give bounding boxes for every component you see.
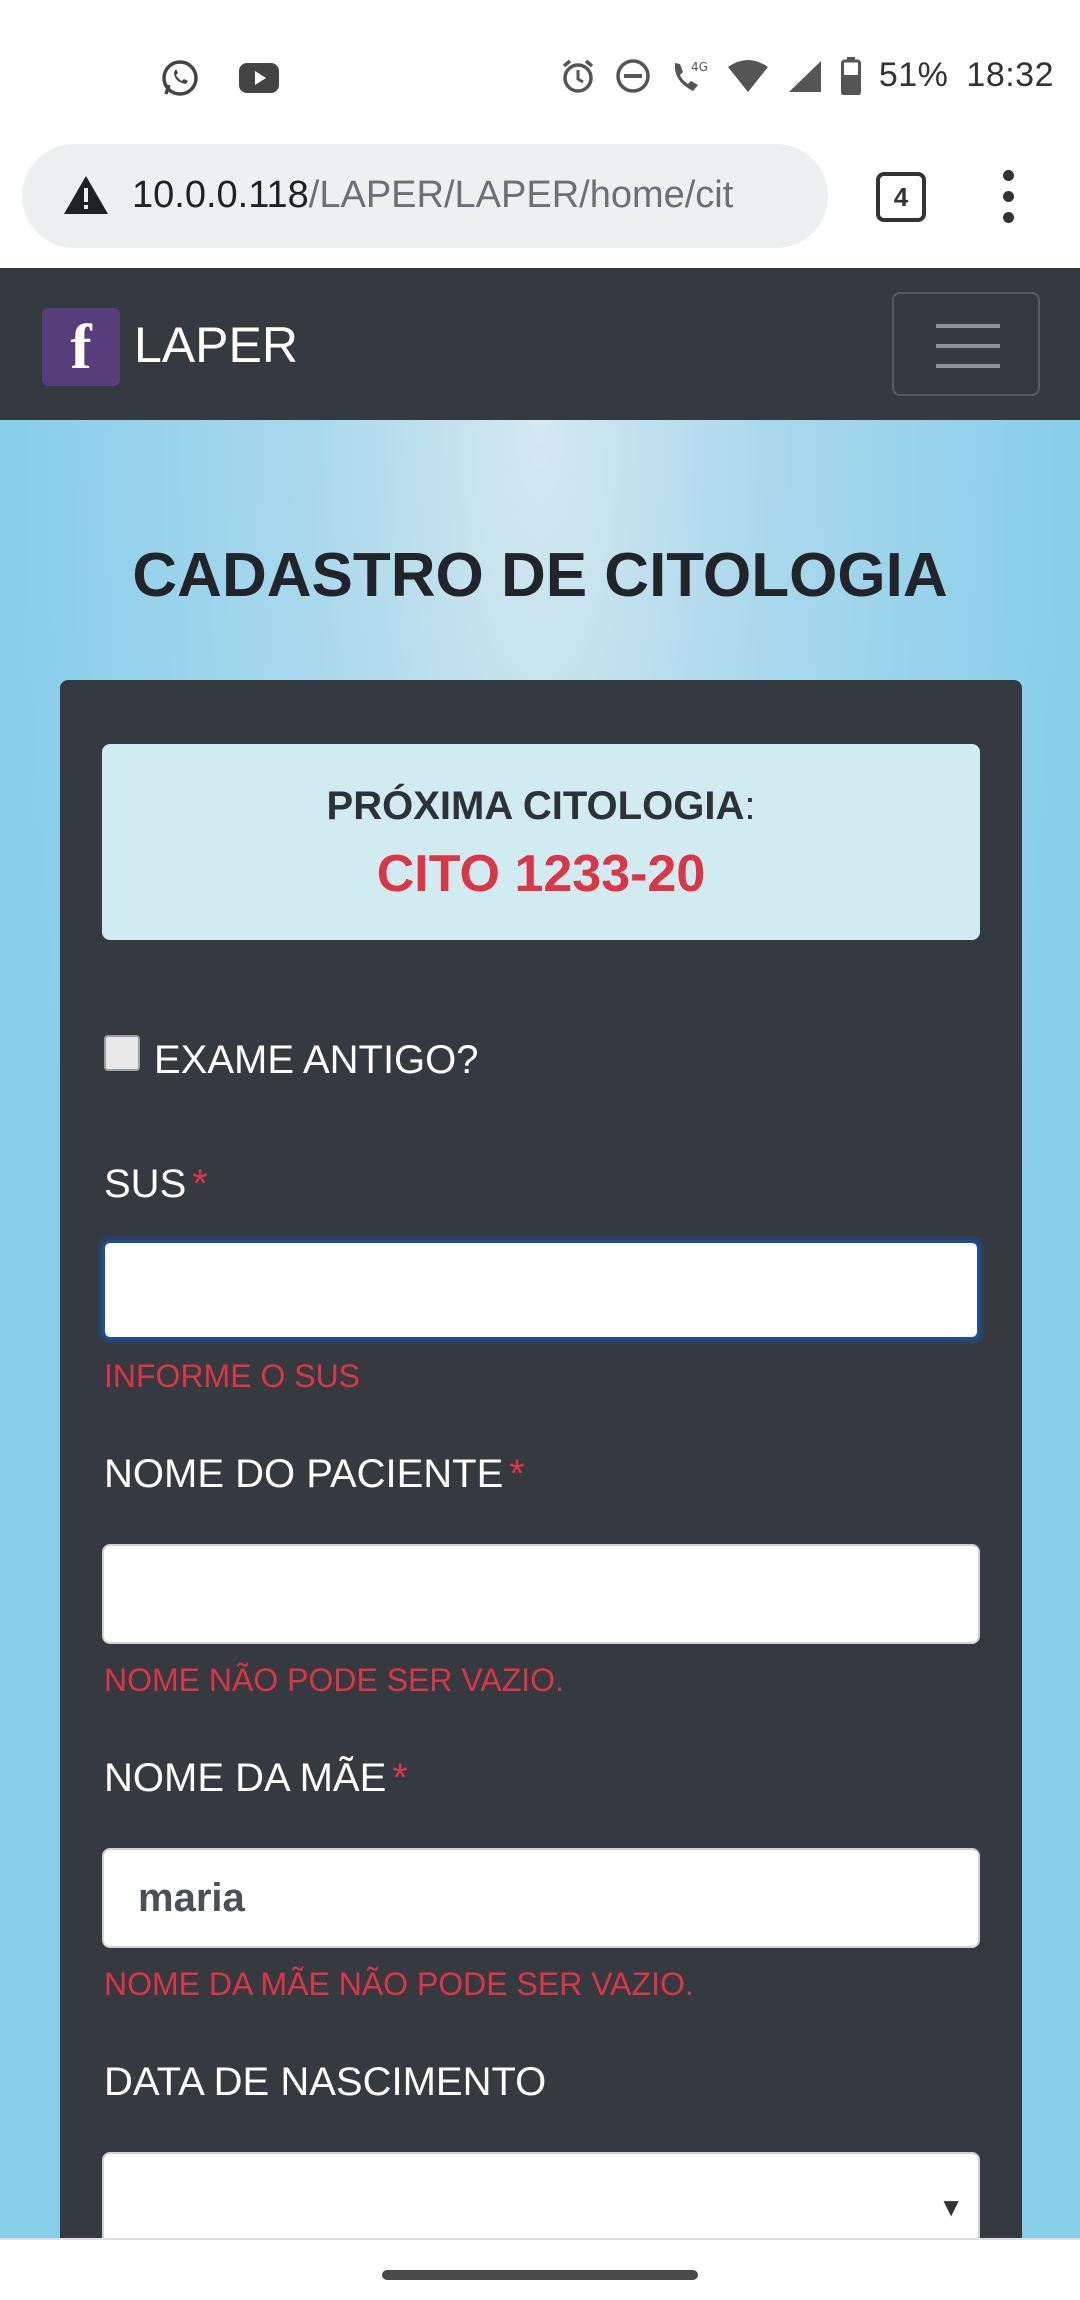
required-marker: * — [192, 1162, 208, 1206]
page-title: CADASTRO DE CITOLOGIA — [132, 541, 948, 610]
wifi-icon — [727, 59, 769, 93]
url-path: /LAPER/LAPER/home/cit — [308, 174, 734, 216]
birth-date-select[interactable]: ▼ — [102, 2152, 980, 2252]
dropdown-arrow-icon: ▼ — [938, 2192, 964, 2222]
volte-call-icon: 4G — [669, 57, 709, 95]
next-exam-label: PRÓXIMA CITOLOGIA — [326, 784, 745, 828]
old-exam-row: EXAME ANTIGO? — [104, 1030, 479, 1082]
mother-name-error: NOME DA MÃE NÃO PODE SER VAZIO. — [104, 1966, 694, 2002]
signal-icon — [787, 59, 823, 93]
mother-name-input[interactable]: maria — [102, 1848, 980, 1948]
hamburger-icon — [936, 324, 1000, 328]
alarm-icon — [559, 57, 597, 95]
url-host: 10.0.0.118 — [132, 174, 309, 216]
brand-logo[interactable]: f — [42, 308, 120, 386]
birth-date-label: DATA DE NASCIMENTO — [104, 2060, 547, 2104]
patient-name-label: NOME DO PACIENTE * — [104, 1452, 525, 1496]
required-marker: * — [392, 1756, 408, 1800]
required-marker: * — [509, 1452, 525, 1496]
old-exam-label[interactable]: EXAME ANTIGO? — [154, 1038, 479, 1083]
next-exam-alert: PRÓXIMA CITOLOGIA: CITO 1233-20 — [102, 744, 980, 940]
brand-name[interactable]: LAPER — [134, 316, 298, 374]
system-navigation-bar — [0, 2238, 1080, 2300]
browser-toolbar: 10.0.0.118/LAPER/LAPER/home/cit 4 — [0, 140, 1080, 268]
clock: 18:32 — [966, 56, 1054, 94]
sus-error: INFORME O SUS — [104, 1358, 361, 1394]
sus-label: SUS * — [104, 1162, 208, 1206]
svg-text:4G: 4G — [691, 60, 708, 74]
next-exam-value: CITO 1233-20 — [376, 845, 706, 903]
sus-input[interactable] — [102, 1240, 980, 1340]
patient-name-error: NOME NÃO PODE SER VAZIO. — [104, 1662, 564, 1698]
battery-icon — [840, 56, 861, 95]
home-gesture-handle[interactable] — [382, 2270, 698, 2280]
patient-name-input[interactable] — [102, 1544, 980, 1644]
tab-switcher-button[interactable]: 4 — [876, 172, 926, 222]
old-exam-checkbox[interactable] — [104, 1034, 140, 1071]
address-bar[interactable]: 10.0.0.118/LAPER/LAPER/home/cit — [22, 144, 828, 248]
status-bar: 4G 51% 18:32 — [0, 0, 1080, 140]
do-not-disturb-icon — [615, 58, 651, 94]
whatsapp-icon — [160, 58, 200, 98]
browser-menu-icon[interactable] — [1000, 170, 1016, 223]
url-text[interactable]: 10.0.0.118/LAPER/LAPER/home/cit — [132, 174, 733, 217]
navbar-toggle-button[interactable] — [892, 292, 1040, 396]
next-exam-colon: : — [744, 784, 756, 828]
app-navbar: f LAPER — [0, 268, 1080, 420]
youtube-icon — [238, 62, 280, 94]
mother-name-label: NOME DA MÃE * — [104, 1756, 408, 1800]
not-secure-warning-icon[interactable] — [62, 174, 110, 221]
battery-level: 51% — [878, 56, 949, 94]
